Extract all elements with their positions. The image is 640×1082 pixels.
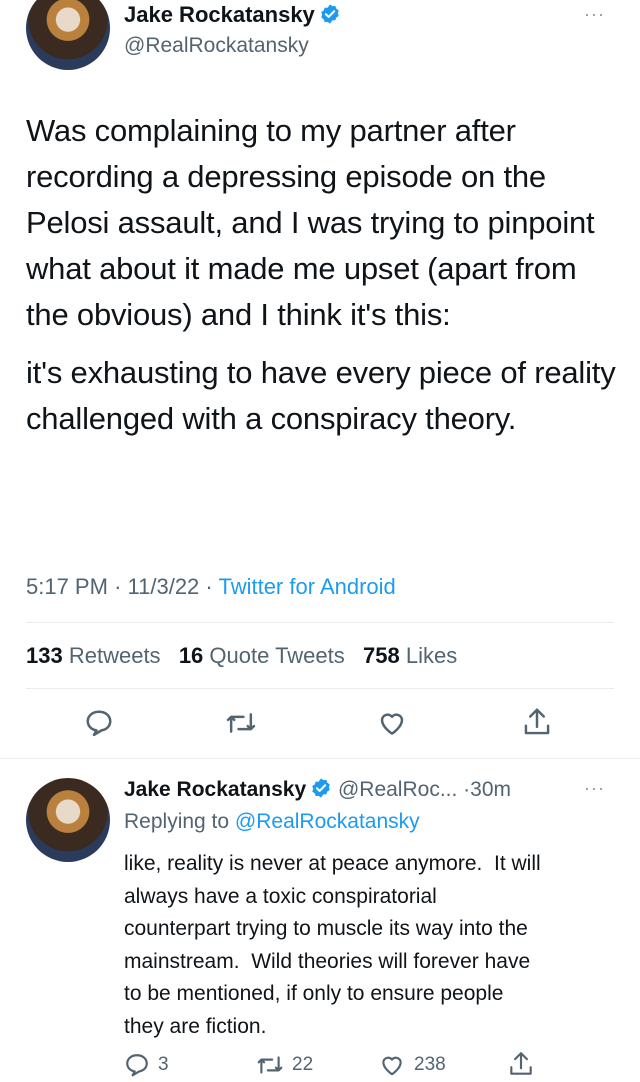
meta-separator: ·	[114, 574, 122, 599]
retweet-icon	[226, 713, 256, 733]
reply-time[interactable]: 30m	[470, 778, 511, 801]
likes-count: 758	[363, 643, 400, 668]
quotes-stat[interactable]: 16 Quote Tweets	[179, 643, 351, 668]
reply-share-button[interactable]	[508, 1050, 534, 1078]
author-avatar[interactable]	[26, 0, 110, 70]
retweets-label: Retweets	[68, 643, 161, 668]
share-button[interactable]	[522, 706, 552, 738]
tweet-stats: 133 Retweets 16 Quote Tweets 758 Likes	[26, 643, 457, 669]
tweet-paragraph-1: Was complaining to my partner after reco…	[26, 113, 595, 332]
replying-to: Replying to @RealRockatansky	[124, 810, 420, 834]
divider	[26, 622, 614, 623]
tweet-date[interactable]: 11/3/22	[128, 574, 200, 599]
tweet-meta: 5:17 PM · 11/3/22 · Twitter for Android	[26, 574, 396, 600]
share-icon	[524, 708, 550, 735]
reply-author-handle[interactable]: @RealRoc...	[338, 778, 457, 801]
more-options-icon[interactable]: ···	[584, 4, 605, 25]
tweet-text: Was complaining to my partner after reco…	[26, 108, 618, 442]
tweet-paragraph-2: it's exhausting to have every piece of r…	[26, 355, 616, 436]
retweet-count: 22	[292, 1054, 314, 1075]
reply-line: they are fiction.	[124, 1014, 267, 1038]
reply-count: 3	[158, 1054, 169, 1075]
divider	[26, 688, 614, 689]
reply-line: counterpart trying to muscle its way int…	[124, 917, 528, 940]
verified-badge-icon	[312, 778, 330, 798]
share-icon	[510, 1052, 532, 1075]
likes-stat[interactable]: 758 Likes	[363, 643, 457, 668]
retweet-button[interactable]	[225, 708, 257, 738]
tweet-time[interactable]: 5:17 PM	[26, 574, 108, 599]
retweets-stat[interactable]: 133 Retweets	[26, 643, 167, 668]
quotes-count: 16	[178, 643, 204, 668]
replying-to-handle[interactable]: @RealRockatansky	[235, 810, 420, 833]
like-icon	[380, 713, 404, 735]
reply-line: mainstream. Wild theories will forever h…	[124, 949, 531, 973]
reply-like-button[interactable]: 238	[378, 1052, 446, 1078]
quotes-label: Quote Tweets	[209, 643, 345, 668]
likes-label: Likes	[405, 643, 458, 668]
author-handle[interactable]: @RealRockatansky	[124, 34, 309, 58]
author-name[interactable]: Jake Rockatansky	[124, 2, 341, 28]
reply-more-options-icon[interactable]: ···	[584, 778, 605, 799]
reply-retweet-button[interactable]: 22	[256, 1052, 313, 1078]
reply-line: like, reality is never at peace anymore.…	[124, 852, 541, 875]
reply-line: always have a toxic conspiratorial	[124, 884, 437, 908]
divider	[0, 758, 640, 759]
reply-author-name[interactable]: Jake Rockatansky	[124, 778, 306, 801]
reply-header: Jake Rockatansky @RealRoc... ·30m	[124, 777, 511, 802]
reply-icon	[86, 710, 112, 737]
reply-icon	[126, 1054, 148, 1077]
reply-reply-button[interactable]: 3	[124, 1052, 169, 1078]
reply-author-avatar[interactable]	[26, 778, 110, 862]
like-count: 238	[414, 1054, 446, 1075]
like-icon	[382, 1056, 402, 1076]
reply-line: to be mentioned, if only to ensure peopl…	[124, 982, 504, 1005]
retweets-count: 133	[26, 643, 63, 668]
replying-to-prefix: Replying to	[124, 810, 230, 833]
author-name-text: Jake Rockatansky	[124, 2, 315, 27]
meta-separator: ·	[205, 574, 213, 599]
reply-text: like, reality is never at peace anymore.…	[124, 848, 624, 1043]
verified-badge-icon	[321, 4, 339, 24]
like-button[interactable]	[376, 708, 408, 738]
retweet-icon	[257, 1056, 283, 1074]
reply-button[interactable]	[84, 708, 114, 738]
tweet-source[interactable]: Twitter for Android	[218, 574, 395, 599]
